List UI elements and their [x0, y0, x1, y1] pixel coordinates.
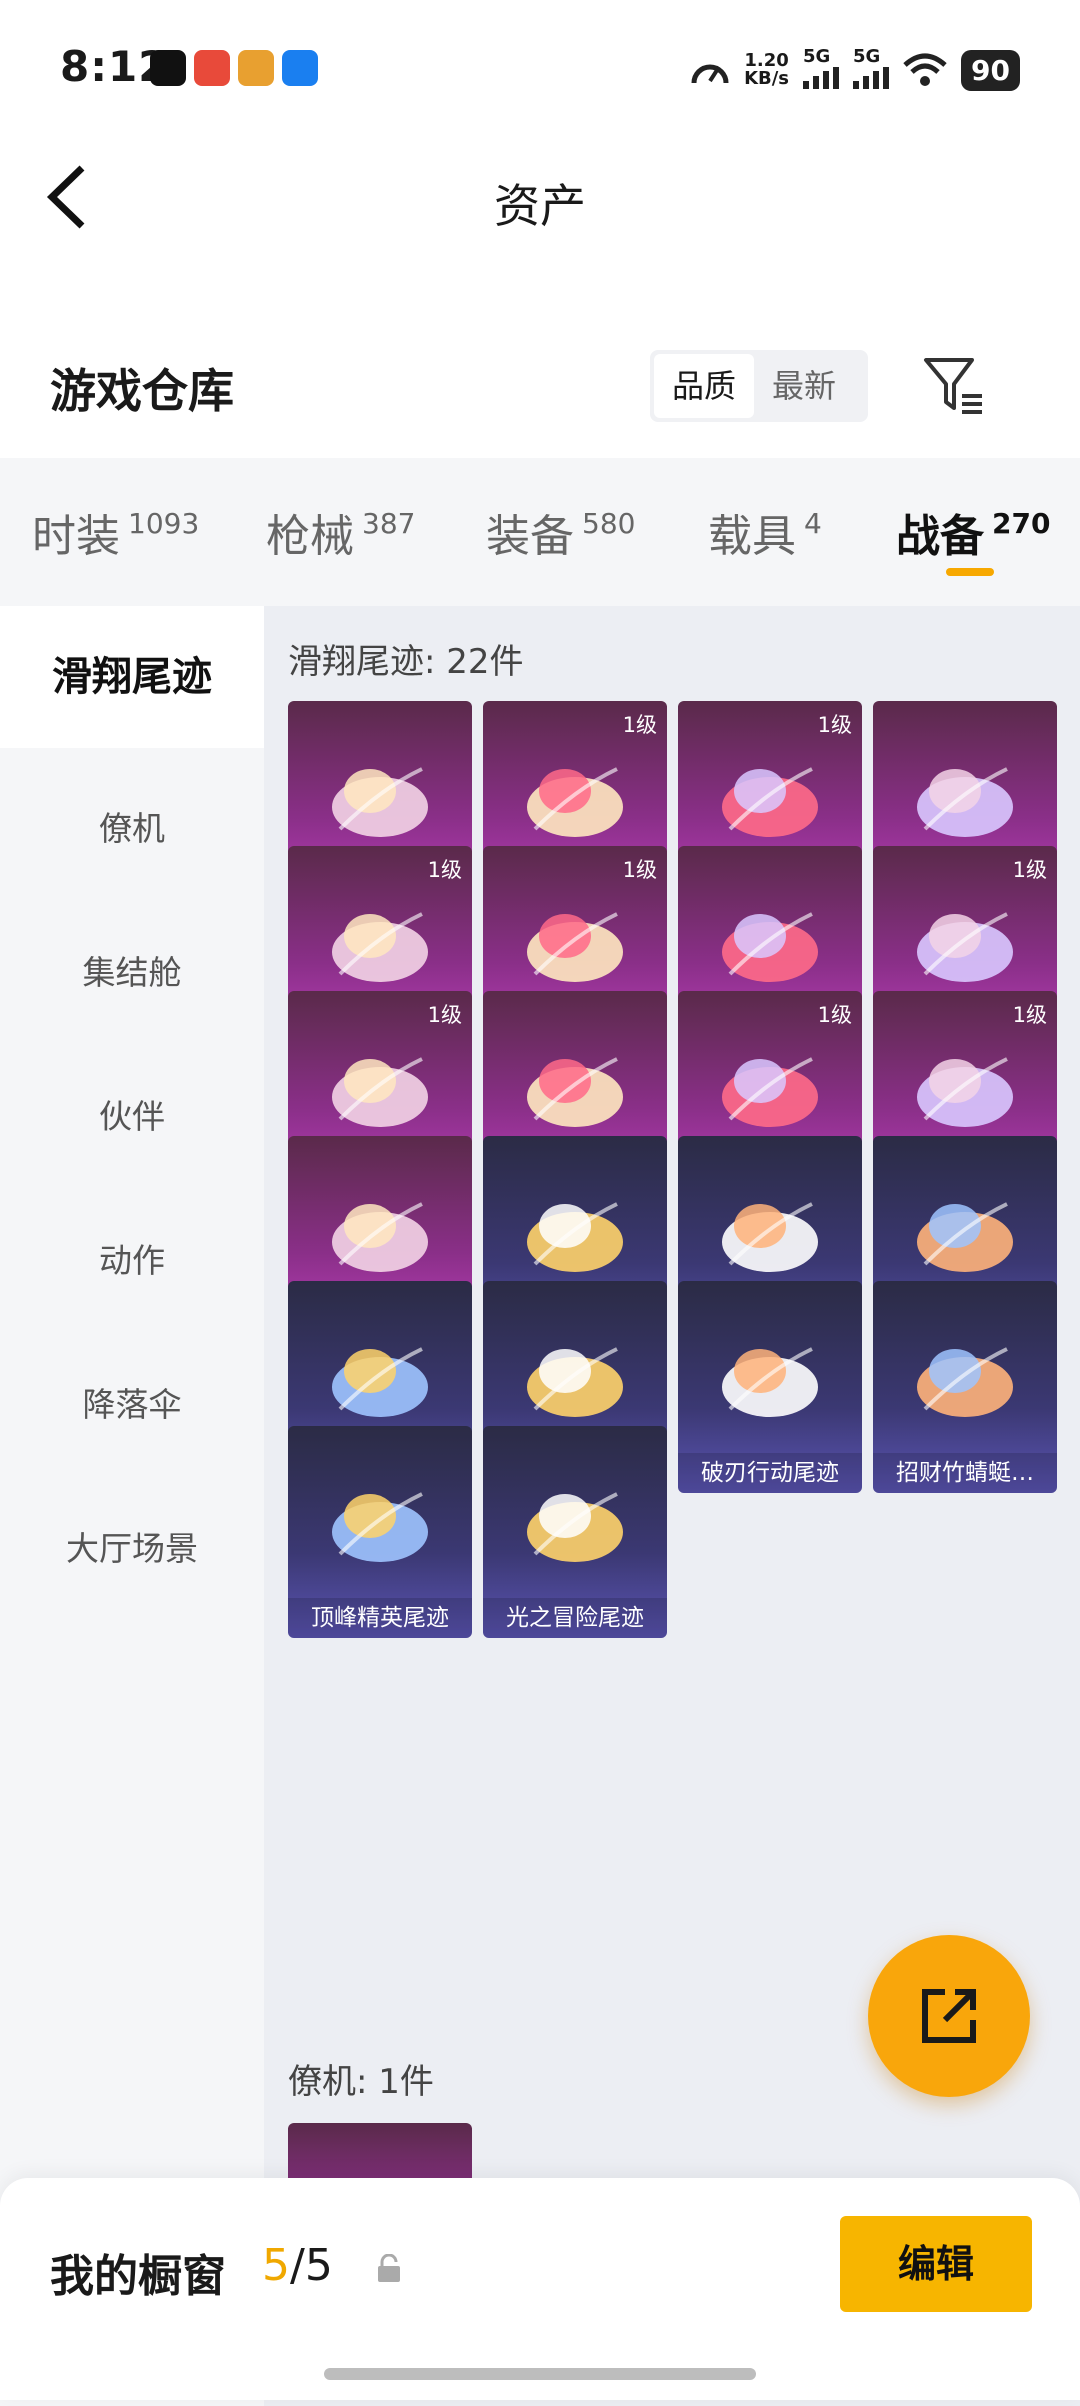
home-indicator[interactable]: [324, 2368, 756, 2380]
tiktok-icon: [150, 50, 186, 86]
item-card[interactable]: 破刃行动尾迹: [678, 1281, 862, 1493]
item-level-badge: 1级: [817, 1003, 852, 1027]
tab-label: 枪械: [266, 511, 354, 562]
wifi-icon: [903, 53, 947, 86]
edit-button[interactable]: 编辑: [840, 2216, 1032, 2312]
item-name: 光之冒险尾迹: [483, 1598, 667, 1638]
tab-combat-gear[interactable]: 战备 270: [896, 500, 1050, 564]
item-card[interactable]: 顶峰精英尾迹: [288, 1426, 472, 1638]
signal-1: 5G: [803, 46, 840, 94]
item-level-badge: 1级: [1012, 1003, 1047, 1027]
tab-count: 4: [804, 507, 822, 540]
signal-icon: [803, 67, 840, 89]
trail-icon: [722, 1347, 818, 1417]
sort-quality-button[interactable]: 品质: [654, 354, 755, 418]
item-list: 滑翔尾迹: 22件 浪漫情书飞…1级回旋牧梦使…1级暮色之舞飞…曦光华影飞…1级…: [264, 606, 1080, 2406]
trail-icon: [527, 1492, 623, 1562]
showcase-total: /5: [290, 2240, 333, 2291]
top-navigation: 资产: [0, 130, 1080, 280]
sidebar-item-wingman[interactable]: 僚机: [0, 802, 264, 850]
signal-2-label: 5G: [853, 46, 881, 67]
share-icon: [922, 1989, 976, 2043]
app-red-icon: [194, 50, 230, 86]
item-level-badge: 1级: [622, 858, 657, 882]
item-level-badge: 1级: [817, 713, 852, 737]
showcase-label: 我的橱窗: [50, 2251, 226, 2302]
item-card[interactable]: 招财竹蜻蜓…: [873, 1281, 1057, 1493]
tab-vehicles[interactable]: 载具 4: [708, 500, 822, 564]
signal-icon: [853, 67, 890, 89]
copter-icon: [917, 1347, 1013, 1417]
sidebar-item-partner[interactable]: 伙伴: [0, 1090, 264, 1138]
tab-fashion[interactable]: 时装 1093: [32, 500, 199, 564]
item-name: 招财竹蜻蜓…: [873, 1453, 1057, 1493]
signal-2: 5G: [853, 46, 890, 94]
speedometer-icon: [691, 64, 729, 84]
sidebar-item-assembly-pod[interactable]: 集结舱: [0, 946, 264, 994]
item-card[interactable]: 光之冒险尾迹: [483, 1426, 667, 1638]
status-bar: 8:12 1.20 KB/s 5G 5G 90: [0, 0, 1080, 130]
category-tabs: 时装 1093 枪械 387 装备 580 载具 4 战备 270: [0, 458, 1080, 606]
notification-icons: [150, 50, 318, 86]
tab-equipment[interactable]: 装备 580: [486, 500, 635, 564]
app-orange-icon: [238, 50, 274, 86]
tab-count: 387: [362, 507, 416, 540]
item-level-badge: 1级: [622, 713, 657, 737]
sidebar-item-glide-trail[interactable]: 滑翔尾迹: [0, 606, 264, 748]
item-name: 顶峰精英尾迹: [288, 1598, 472, 1638]
sidebar-item-parachute[interactable]: 降落伞: [0, 1378, 264, 1426]
showcase-count: 5/5: [262, 2240, 333, 2291]
tab-label: 装备: [486, 511, 574, 562]
active-tab-indicator: [946, 568, 994, 576]
tab-label: 载具: [708, 511, 796, 562]
sidebar-item-emote[interactable]: 动作: [0, 1234, 264, 1282]
tab-label: 时装: [32, 511, 120, 562]
sidebar-item-lobby-scene[interactable]: 大厅场景: [0, 1522, 264, 1570]
item-level-badge: 1级: [427, 1003, 462, 1027]
network-speed: 1.20 KB/s: [744, 52, 789, 88]
tab-label: 战备: [896, 511, 984, 562]
sort-toggle: 品质 最新: [650, 350, 868, 422]
showcase-current: 5: [262, 2240, 290, 2291]
item-level-badge: 1级: [427, 858, 462, 882]
warehouse-title: 游戏仓库: [50, 364, 234, 418]
lock-icon: [378, 2254, 400, 2282]
zhihu-icon: [282, 50, 318, 86]
subcategory-sidebar: 滑翔尾迹 僚机 集结舱 伙伴 动作 降落伞 大厅场景: [0, 606, 264, 2406]
status-indicators: 1.20 KB/s 5G 5G 90: [690, 46, 1020, 94]
speed-unit: KB/s: [744, 68, 790, 89]
section-title-wingman: 僚机: 1件: [288, 2062, 434, 2102]
share-button[interactable]: [868, 1935, 1030, 2097]
item-name: 破刃行动尾迹: [678, 1453, 862, 1493]
tab-count: 270: [992, 507, 1051, 540]
page-title: 资产: [494, 179, 586, 233]
signal-1-label: 5G: [803, 46, 831, 67]
trail-icon: [332, 1492, 428, 1562]
tab-count: 1093: [128, 507, 200, 540]
showcase-bar: 我的橱窗 5/5 编辑: [0, 2178, 1080, 2400]
tab-guns[interactable]: 枪械 387: [266, 500, 415, 564]
section-title-glide-trail: 滑翔尾迹: 22件: [288, 642, 524, 682]
item-level-badge: 1级: [1012, 858, 1047, 882]
filter-icon[interactable]: [922, 356, 986, 416]
tab-count: 580: [582, 507, 636, 540]
sort-latest-button[interactable]: 最新: [754, 354, 854, 418]
battery-indicator: 90: [961, 49, 1020, 91]
